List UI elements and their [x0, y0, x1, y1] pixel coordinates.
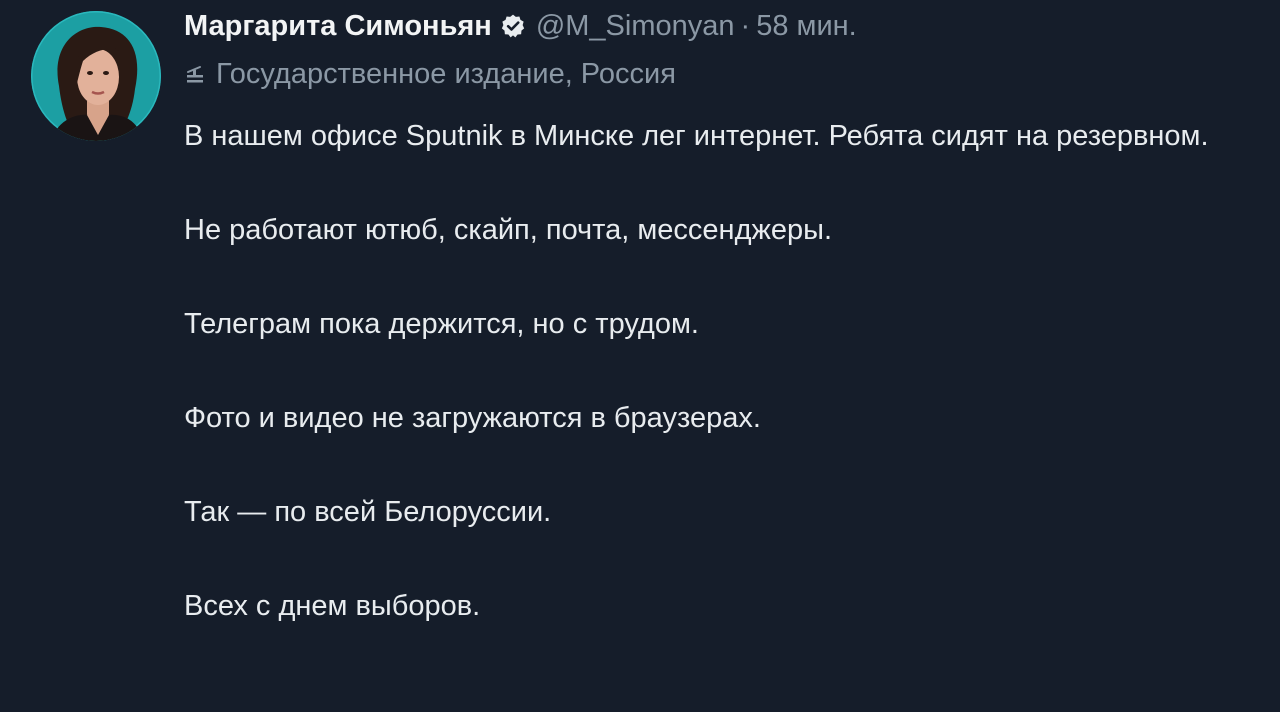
avatar[interactable]	[31, 11, 161, 141]
tweet-header: Маргарита Симоньян @M_Simonyan · 58 мин.	[184, 6, 857, 46]
tweet-paragraph: Всех с днем выборов.	[184, 590, 481, 622]
tweet-paragraph: В нашем офисе Sputnik в Минске лег интер…	[184, 120, 1209, 152]
tweet-paragraph: Телеграм пока держится, но с трудом.	[184, 308, 699, 340]
verified-badge-icon	[500, 13, 526, 39]
tweet-text: В нашем офисе Sputnik в Минске лег интер…	[184, 113, 1254, 677]
tweet-paragraph: Фото и видео не загружаются в браузерах.	[184, 402, 761, 434]
state-media-text[interactable]: Государственное издание, Россия	[216, 58, 676, 91]
separator-dot: ·	[740, 9, 751, 42]
avatar-image	[31, 11, 161, 141]
tweet-paragraph: Не работают ютюб, скайп, почта, мессендж…	[184, 214, 833, 246]
tweet-paragraph: Так — по всей Белоруссии.	[184, 496, 552, 528]
state-media-label: Государственное издание, Россия	[184, 54, 676, 94]
display-name[interactable]: Маргарита Симоньян	[184, 10, 492, 43]
tweet-timestamp[interactable]: 58 мин.	[756, 10, 857, 43]
user-handle[interactable]: @M_Simonyan	[536, 10, 735, 43]
tweet[interactable]: Маргарита Симоньян @M_Simonyan · 58 мин.…	[0, 0, 1280, 712]
state-media-icon	[184, 63, 206, 85]
